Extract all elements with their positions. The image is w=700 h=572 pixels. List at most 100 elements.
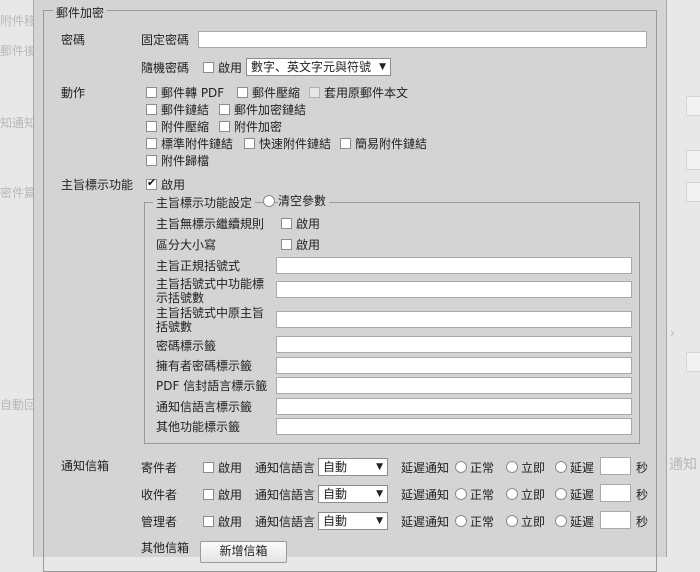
password-label: 密碼: [61, 33, 86, 47]
fixed-password-label: 固定密碼: [141, 33, 190, 47]
action-option-label: 快速附件鏈結: [259, 137, 332, 151]
notify-lang-value: 自動: [323, 514, 348, 528]
notify-lang-value: 自動: [323, 460, 348, 474]
random-password-checkbox[interactable]: [203, 62, 214, 73]
subject-row-label: 擁有者密碼標示籤: [156, 359, 253, 373]
random-password-enable-label: 啟用: [218, 61, 243, 75]
subject-row-checkbox[interactable]: [281, 239, 292, 250]
notify-enable-checkbox[interactable]: [203, 516, 214, 527]
notify-lang-select[interactable]: 自動 ▼: [318, 512, 388, 530]
random-password-select[interactable]: 數字、英文字元與符號 ▼: [246, 58, 391, 76]
action-option-checkbox[interactable]: [146, 104, 157, 115]
action-option-label: 附件壓縮: [161, 120, 210, 134]
notify-seconds-unit: 秒: [636, 488, 649, 502]
notify-delay-option-label: 延遲: [570, 461, 595, 475]
subject-row-label: 其他功能標示籤: [156, 420, 241, 434]
add-mailbox-button[interactable]: 新增信箱: [200, 541, 287, 563]
notify-lang-select[interactable]: 自動 ▼: [318, 485, 388, 503]
action-option-label: 附件加密: [234, 120, 283, 134]
subject-row-label: 密碼標示籤: [156, 339, 217, 353]
notify-normal-radio[interactable]: [455, 461, 467, 473]
notify-delay-radio[interactable]: [555, 461, 567, 473]
action-option-label: 郵件鏈結: [161, 103, 210, 117]
subject-row-input[interactable]: [276, 281, 632, 298]
notify-delay-option-label: 延遲: [570, 488, 595, 502]
action-option-checkbox[interactable]: [309, 87, 320, 98]
notify-mailbox-label: 通知信箱: [61, 459, 110, 473]
action-option-checkbox[interactable]: [146, 138, 157, 149]
notify-normal-radio[interactable]: [455, 515, 467, 527]
subject-row-input[interactable]: [276, 398, 632, 415]
bg-chevron-icon: ›: [670, 326, 675, 340]
notify-delay-radio[interactable]: [555, 488, 567, 500]
chevron-down-icon: ▼: [376, 462, 383, 472]
subject-row-label: 主旨正規括號式: [156, 259, 241, 273]
chevron-down-icon: ▼: [376, 516, 383, 526]
notify-delay-seconds-input[interactable]: [600, 484, 631, 502]
notify-enable-label: 啟用: [218, 461, 243, 475]
notify-now-radio[interactable]: [506, 488, 518, 500]
action-option-label: 郵件加密鏈結: [234, 103, 307, 117]
action-option-label: 郵件壓縮: [252, 86, 301, 100]
action-option-label: 附件歸檔: [161, 154, 210, 168]
notify-now-radio[interactable]: [506, 515, 518, 527]
notify-delay-seconds-input[interactable]: [600, 457, 631, 475]
action-option-checkbox[interactable]: [219, 121, 230, 132]
notify-seconds-unit: 秒: [636, 515, 649, 529]
subject-row-checkbox[interactable]: [281, 218, 292, 229]
subject-row-label: 通知信語言標示籤: [156, 400, 253, 414]
subject-row-input[interactable]: [276, 377, 632, 394]
action-option-checkbox[interactable]: [146, 121, 157, 132]
notify-delay-radio[interactable]: [555, 515, 567, 527]
other-mailbox-label: 其他信箱: [141, 541, 190, 555]
notify-normal-label: 正常: [470, 461, 495, 475]
bg-label-4: 密件篇: [0, 186, 37, 200]
bg-label-3: 知通知: [0, 116, 37, 130]
clear-params-radio[interactable]: [263, 195, 275, 207]
notify-normal-radio[interactable]: [455, 488, 467, 500]
subject-setup-legend-text: 主旨標示功能設定: [156, 196, 253, 210]
action-option-checkbox[interactable]: [244, 138, 255, 149]
notify-delay-label: 延遲通知: [401, 488, 450, 502]
action-option-checkbox[interactable]: [340, 138, 351, 149]
action-option-label: 郵件轉 PDF: [161, 86, 225, 100]
action-option-checkbox[interactable]: [237, 87, 248, 98]
subject-marking-enable-label: 啟用: [161, 178, 186, 192]
subject-row-input[interactable]: [276, 311, 632, 328]
notify-normal-label: 正常: [470, 488, 495, 502]
subject-row-input[interactable]: [276, 257, 632, 274]
bg-label-2: 郵件後: [0, 44, 37, 58]
bg-field: [686, 352, 700, 372]
notify-enable-checkbox[interactable]: [203, 462, 214, 473]
notify-enable-label: 啟用: [218, 488, 243, 502]
notify-lang-label: 通知信語言: [255, 515, 316, 529]
bg-right-text: 通知: [669, 457, 697, 473]
bg-field: [686, 96, 700, 116]
action-option-checkbox[interactable]: [146, 155, 157, 166]
notify-delay-seconds-input[interactable]: [600, 511, 631, 529]
subject-row-label: 主旨括號式中功能標示括號數: [156, 277, 265, 305]
bg-field: [686, 182, 700, 202]
notify-delay-option-label: 延遲: [570, 515, 595, 529]
subject-row-label: 主旨無標示繼續規則: [156, 217, 265, 231]
action-option-label: 簡易附件鏈結: [355, 137, 428, 151]
notify-enable-label: 啟用: [218, 515, 243, 529]
notify-enable-checkbox[interactable]: [203, 489, 214, 500]
subject-row-input[interactable]: [276, 418, 632, 435]
fixed-password-input[interactable]: [198, 31, 647, 48]
action-option-checkbox[interactable]: [146, 87, 157, 98]
notify-role-label: 寄件者: [141, 461, 178, 475]
notify-now-label: 立即: [521, 515, 546, 529]
subject-marking-checkbox[interactable]: [146, 176, 157, 190]
subject-row-enable: 啟用: [296, 238, 321, 252]
bg-field: [686, 150, 700, 170]
subject-row-input[interactable]: [276, 336, 632, 353]
random-password-label: 隨機密碼: [141, 61, 190, 75]
subject-row-input[interactable]: [276, 357, 632, 374]
notify-lang-select[interactable]: 自動 ▼: [318, 458, 388, 476]
action-option-label: 套用原郵件本文: [324, 86, 409, 100]
notify-now-radio[interactable]: [506, 461, 518, 473]
subject-row-label: 區分大小寫: [156, 238, 217, 252]
action-option-label: 標準附件鏈結: [161, 137, 234, 151]
action-option-checkbox[interactable]: [219, 104, 230, 115]
